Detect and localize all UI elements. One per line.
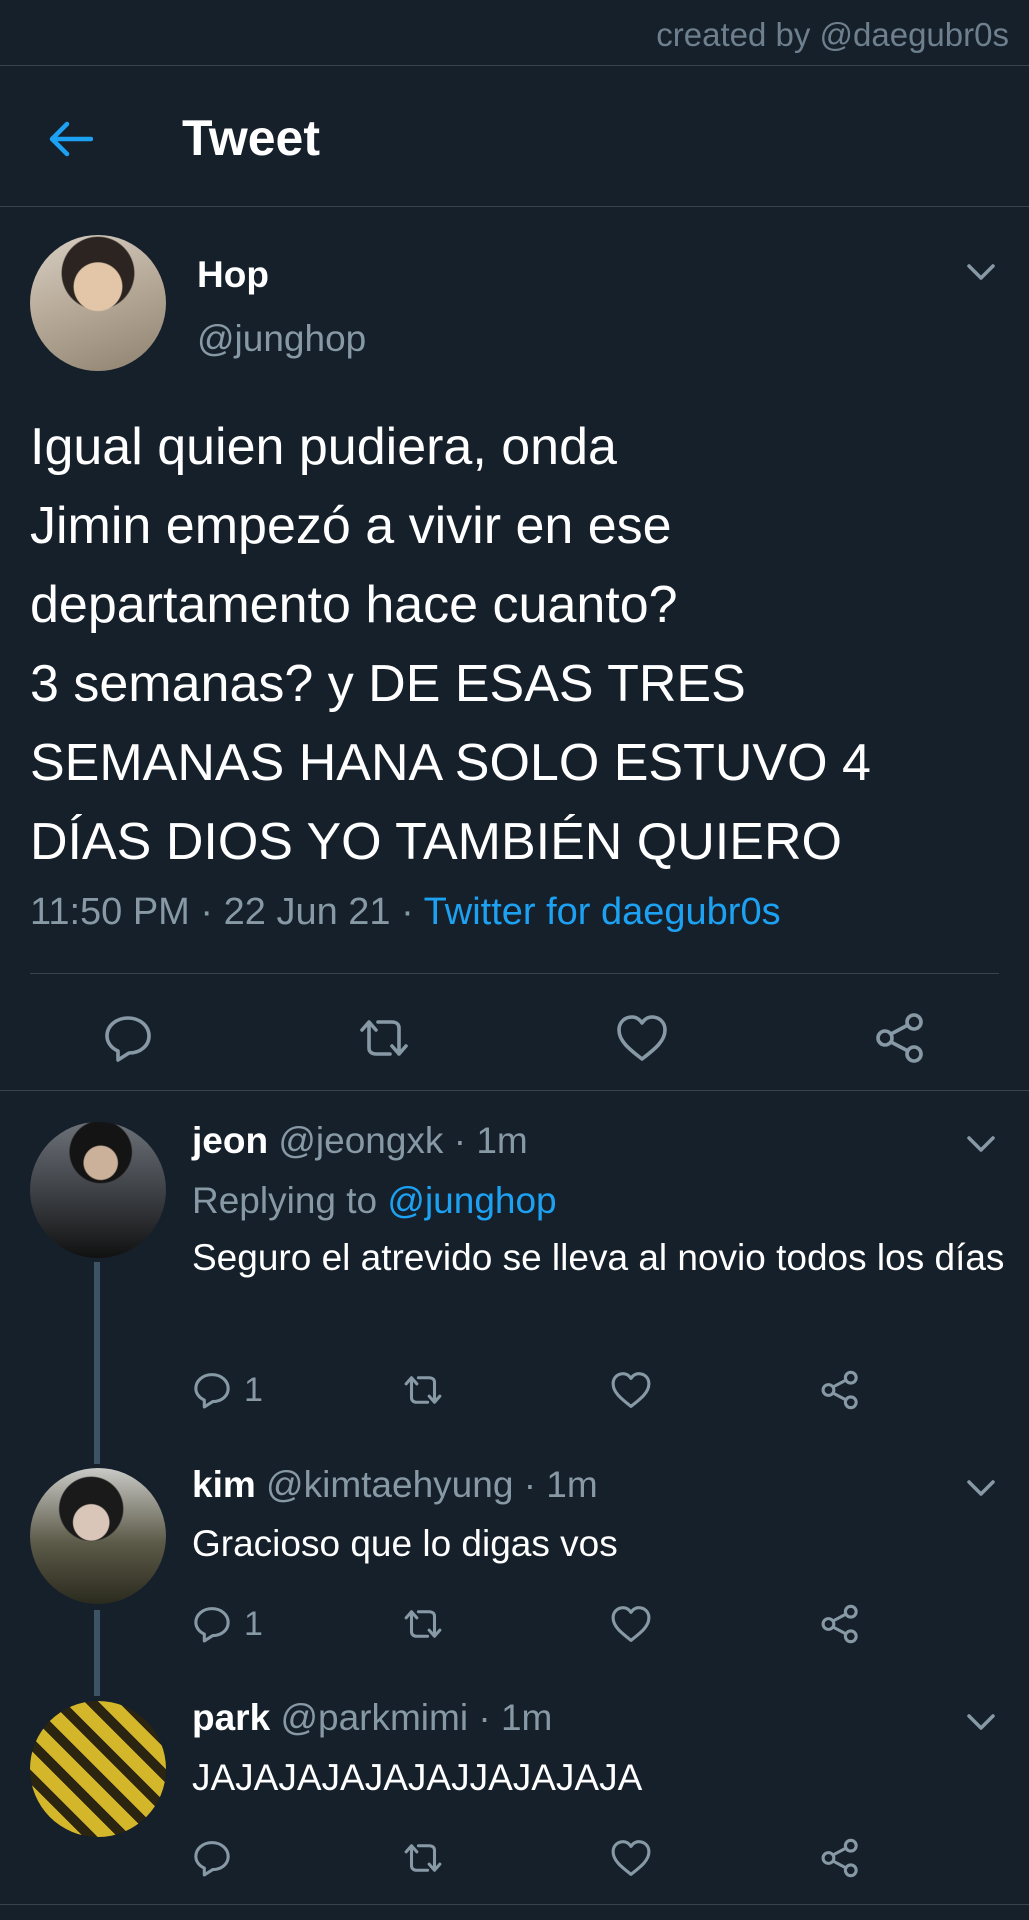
reply-icon bbox=[105, 1016, 151, 1062]
reply-actions bbox=[192, 1828, 1012, 1888]
reply-icon bbox=[194, 1373, 230, 1409]
retweet-button[interactable] bbox=[400, 1594, 446, 1654]
retweet-icon bbox=[404, 1610, 442, 1638]
reply-icon bbox=[194, 1607, 230, 1643]
like-button[interactable] bbox=[612, 1008, 672, 1068]
chevron-down-icon[interactable] bbox=[963, 260, 999, 284]
heart-icon bbox=[611, 1840, 651, 1876]
reply-author-handle[interactable]: @jeongxk bbox=[278, 1120, 443, 1161]
avatar[interactable] bbox=[30, 1122, 166, 1258]
back-button[interactable] bbox=[38, 107, 102, 171]
heart-icon bbox=[617, 1015, 667, 1061]
chevron-down-icon[interactable] bbox=[963, 1710, 999, 1734]
reply-tweet[interactable]: kim @kimtaehyung · 1m Gracioso que lo di… bbox=[0, 1464, 1029, 1696]
reply-author-name[interactable]: park bbox=[192, 1697, 270, 1738]
divider bbox=[0, 1904, 1029, 1905]
share-button[interactable] bbox=[820, 1594, 860, 1654]
watermark-bar: created by @daegubr0s bbox=[0, 0, 1029, 66]
retweet-icon bbox=[360, 1020, 408, 1056]
avatar[interactable] bbox=[30, 235, 166, 371]
main-tweet: Hop @junghop Igual quien pudiera, onda J… bbox=[0, 208, 1029, 1091]
like-button[interactable] bbox=[610, 1828, 652, 1888]
top-app-bar: Tweet bbox=[0, 67, 1029, 207]
reply-button[interactable]: 1 bbox=[192, 1594, 263, 1654]
arrow-left-icon bbox=[49, 121, 93, 157]
retweet-button[interactable] bbox=[354, 1008, 414, 1068]
tweet-time: 11:50 PM bbox=[30, 891, 190, 933]
reply-count: 1 bbox=[244, 1370, 263, 1409]
reply-time: · 1m bbox=[453, 1120, 528, 1161]
reply-author-name[interactable]: jeon bbox=[192, 1120, 268, 1161]
retweet-button[interactable] bbox=[400, 1828, 446, 1888]
tweet-date[interactable]: 22 Jun 21 bbox=[224, 891, 391, 933]
share-button[interactable] bbox=[820, 1360, 860, 1420]
reply-button[interactable] bbox=[192, 1828, 232, 1888]
page-title: Tweet bbox=[182, 110, 320, 166]
reply-author-handle[interactable]: @parkmimi bbox=[280, 1697, 468, 1738]
reply-time: · 1m bbox=[478, 1697, 553, 1738]
replying-to: Replying to @junghop bbox=[192, 1180, 557, 1222]
reply-text: Gracioso que lo digas vos bbox=[192, 1523, 618, 1564]
avatar[interactable] bbox=[30, 1468, 166, 1604]
reply-button[interactable] bbox=[98, 1008, 158, 1068]
reply-author-name[interactable]: kim bbox=[192, 1464, 256, 1505]
reply-count: 1 bbox=[244, 1604, 263, 1643]
reply-icon bbox=[194, 1841, 230, 1877]
tweet-actions bbox=[0, 988, 1029, 1088]
replying-to-label: Replying to bbox=[192, 1180, 378, 1221]
author-name[interactable]: Hop bbox=[197, 254, 269, 296]
reply-button[interactable]: 1 bbox=[192, 1360, 263, 1420]
tweet-detail-screen: created by @daegubr0s Tweet Hop @junghop… bbox=[0, 0, 1029, 1920]
retweet-button[interactable] bbox=[400, 1360, 446, 1420]
retweet-icon bbox=[404, 1844, 442, 1872]
reply-text: JAJAJAJAJAJAJJAJAJAJA bbox=[192, 1757, 643, 1798]
reply-text: Seguro el atrevido se lleva al novio tod… bbox=[192, 1237, 1005, 1278]
reply-header: park @parkmimi · 1m bbox=[192, 1697, 552, 1739]
like-button[interactable] bbox=[610, 1594, 652, 1654]
tweet-source[interactable]: Twitter for daegubr0s bbox=[424, 891, 781, 933]
share-icon bbox=[821, 1370, 858, 1410]
reply-tweet[interactable]: jeon @jeongxk · 1m Replying to @junghop … bbox=[0, 1092, 1029, 1464]
replying-to-handle[interactable]: @junghop bbox=[387, 1180, 556, 1221]
author-handle[interactable]: @junghop bbox=[197, 318, 366, 360]
like-button[interactable] bbox=[610, 1360, 652, 1420]
heart-icon bbox=[611, 1606, 651, 1642]
reply-author-handle[interactable]: @kimtaehyung bbox=[266, 1464, 513, 1505]
meta-separator: · bbox=[390, 891, 424, 933]
share-icon bbox=[821, 1838, 858, 1878]
reply-time: · 1m bbox=[523, 1464, 598, 1505]
reply-header: kim @kimtaehyung · 1m bbox=[192, 1464, 598, 1506]
chevron-down-icon[interactable] bbox=[963, 1476, 999, 1500]
share-button[interactable] bbox=[870, 1008, 930, 1068]
reply-actions: 1 bbox=[192, 1594, 1012, 1654]
share-icon bbox=[821, 1604, 858, 1644]
reply-actions: 1 bbox=[192, 1360, 1012, 1420]
retweet-icon bbox=[404, 1376, 442, 1404]
tweet-text: Igual quien pudiera, onda Jimin empezó a… bbox=[30, 418, 871, 871]
share-icon bbox=[876, 1013, 923, 1063]
avatar[interactable] bbox=[30, 1701, 166, 1837]
chevron-down-icon[interactable] bbox=[963, 1132, 999, 1156]
reply-header: jeon @jeongxk · 1m bbox=[192, 1120, 528, 1162]
share-button[interactable] bbox=[820, 1828, 860, 1888]
watermark-text: created by @daegubr0s bbox=[656, 16, 1009, 53]
heart-icon bbox=[611, 1372, 651, 1408]
divider bbox=[30, 973, 999, 974]
meta-separator: · bbox=[189, 891, 224, 933]
reply-tweet[interactable]: park @parkmimi · 1m JAJAJAJAJAJAJJAJAJAJ… bbox=[0, 1696, 1029, 1904]
tweet-meta: 11:50 PM · 22 Jun 21 · Twitter for daegu… bbox=[30, 891, 781, 934]
